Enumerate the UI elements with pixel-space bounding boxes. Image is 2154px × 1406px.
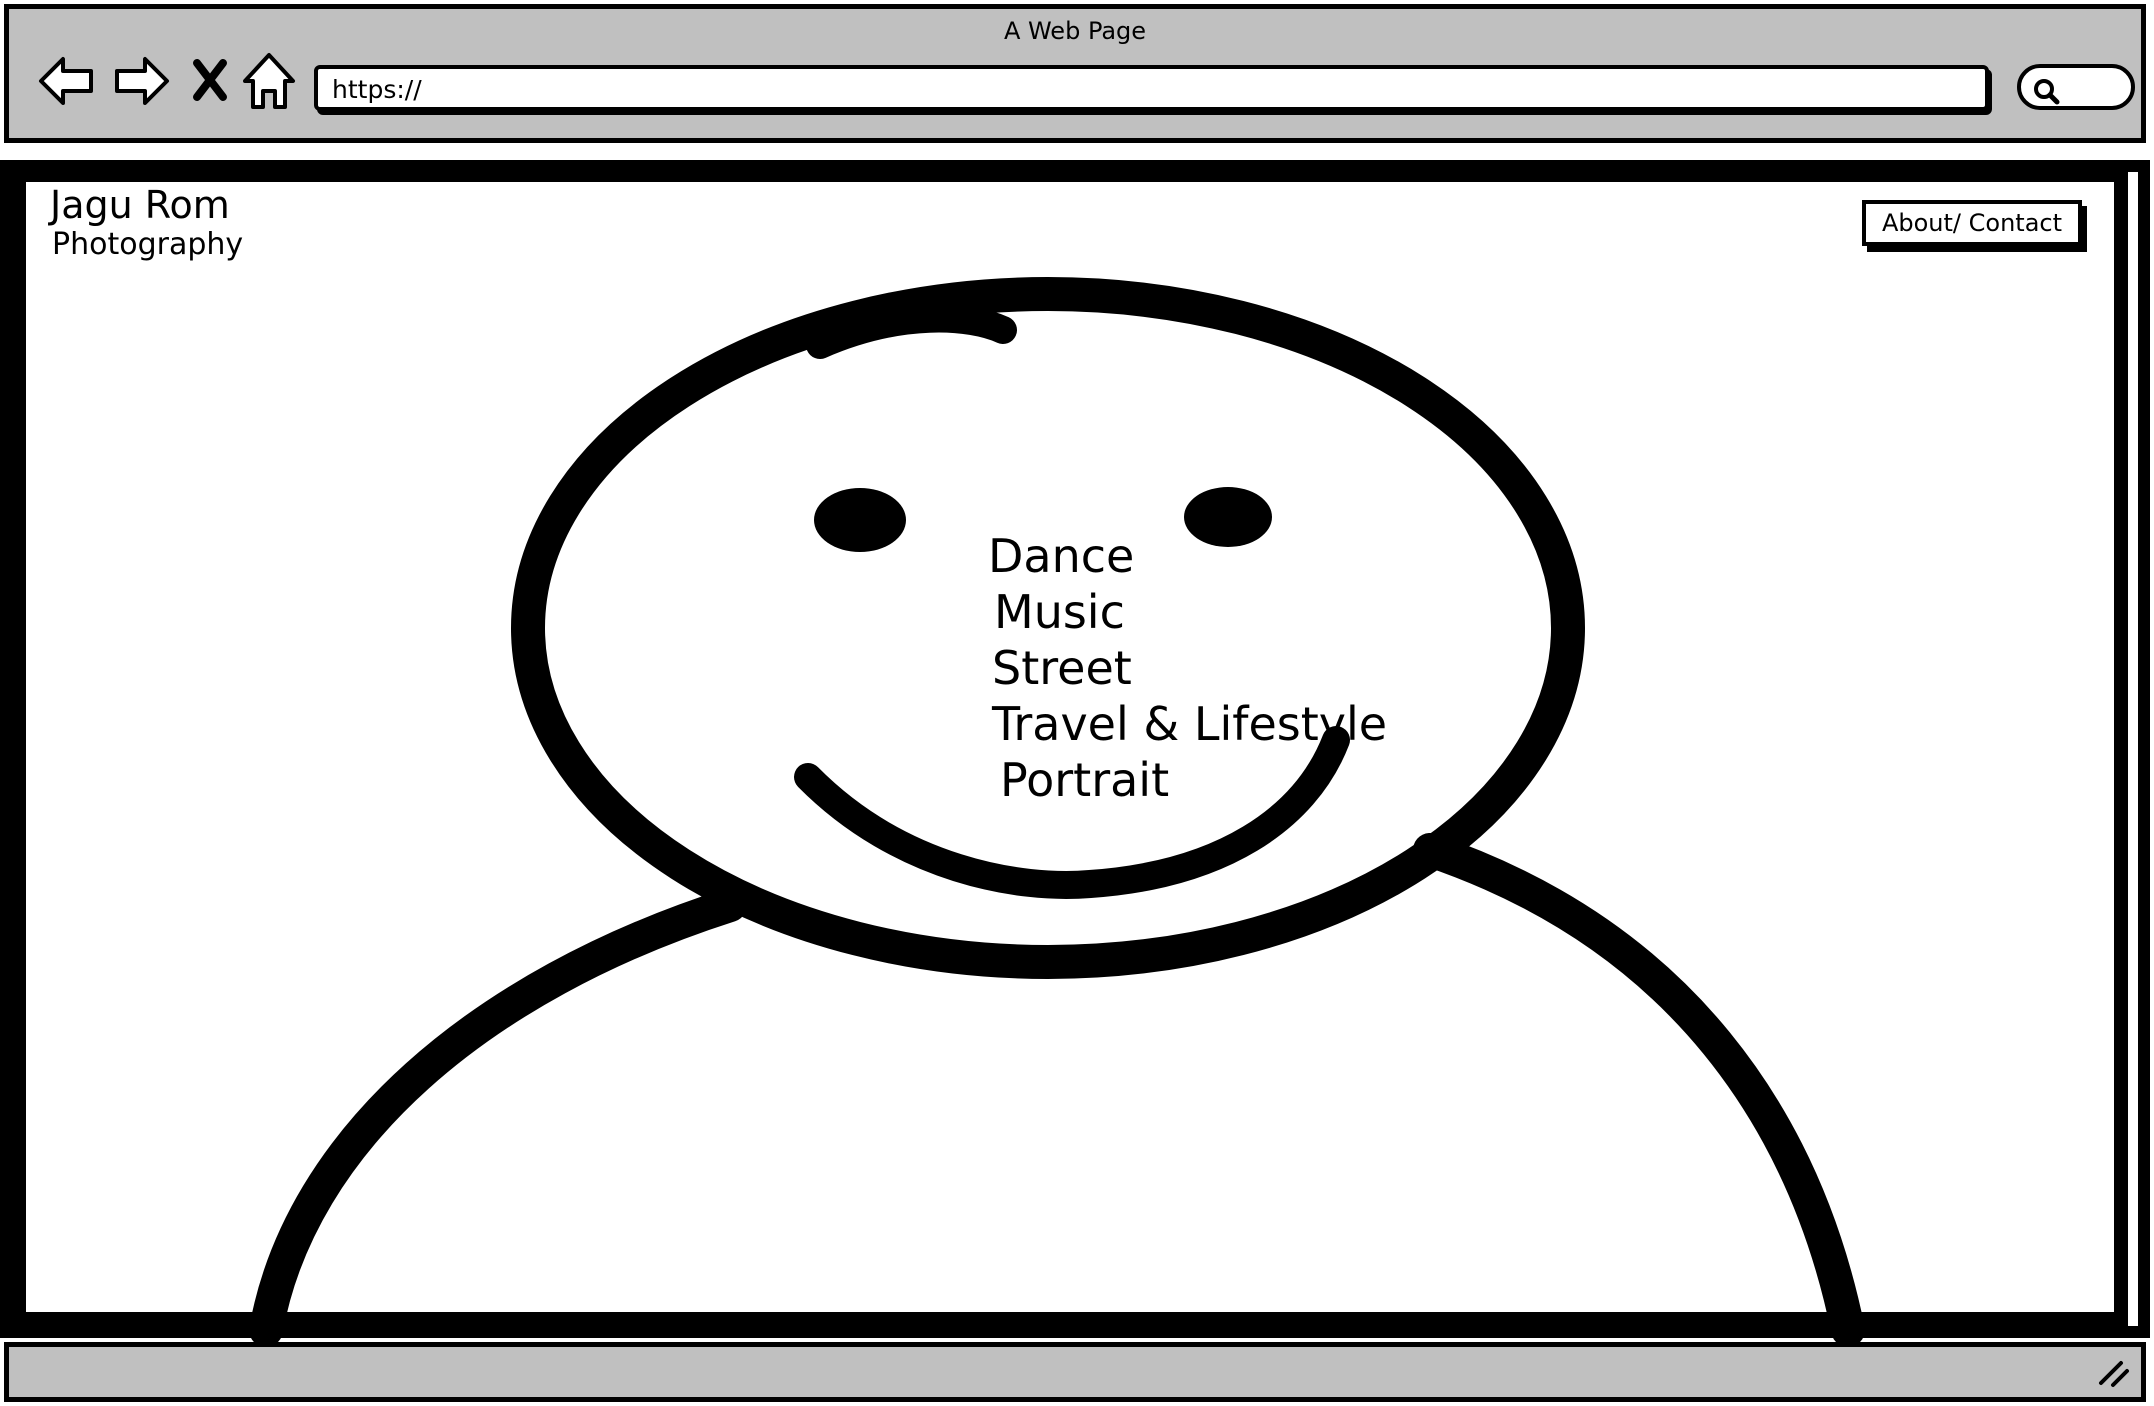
address-bar[interactable]: https:// <box>314 65 1989 111</box>
menu-item-dance[interactable]: Dance <box>988 528 1387 584</box>
resize-grip-icon[interactable] <box>2093 1355 2133 1393</box>
window-title: A Web Page <box>1003 17 1147 45</box>
browser-window: A Web Page https:// Jagu Rom Photography… <box>0 0 2154 1406</box>
url-text: https:// <box>332 75 422 104</box>
category-menu: Dance Music Street Travel & Lifestyle Po… <box>980 528 1387 808</box>
status-bar <box>4 1342 2146 1402</box>
forward-arrow-icon[interactable] <box>109 49 173 113</box>
menu-item-portrait[interactable]: Portrait <box>1000 752 1387 808</box>
search-box[interactable] <box>2017 64 2135 110</box>
menu-item-travel-lifestyle[interactable]: Travel & Lifestyle <box>992 696 1387 752</box>
browser-toolbar: A Web Page https:// <box>4 4 2146 143</box>
stop-icon[interactable] <box>179 49 243 113</box>
brand-subtitle: Photography <box>52 227 244 262</box>
back-arrow-icon[interactable] <box>35 49 99 113</box>
menu-item-street[interactable]: Street <box>992 640 1387 696</box>
search-icon <box>2031 76 2061 110</box>
home-icon[interactable] <box>237 49 301 113</box>
about-contact-button[interactable]: About/ Contact <box>1862 200 2082 246</box>
brand-name[interactable]: Jagu Rom <box>50 183 230 227</box>
menu-item-music[interactable]: Music <box>994 584 1387 640</box>
